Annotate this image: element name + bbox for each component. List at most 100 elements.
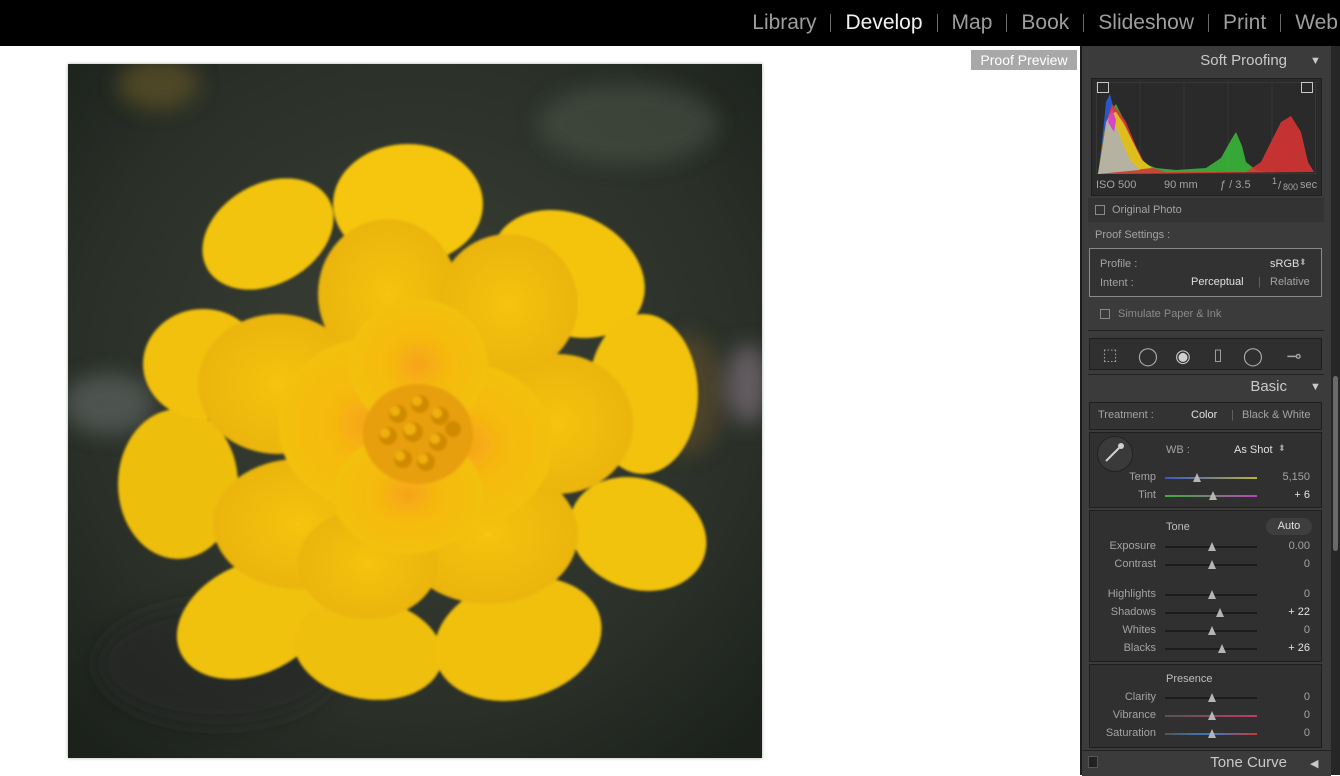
whites-slider[interactable] [1165,626,1257,635]
vibrance-value[interactable]: 0 [1270,709,1310,721]
saturation-slider[interactable] [1165,729,1257,738]
whites-value[interactable]: 0 [1270,624,1310,636]
saturation-value[interactable]: 0 [1270,727,1310,739]
module-book[interactable]: Book [1007,0,1083,46]
tone-curve-header-bar [1082,750,1331,776]
shadows-value[interactable]: + 22 [1270,606,1310,618]
eyedropper-icon [1105,443,1124,462]
module-web[interactable]: Web [1281,0,1340,46]
clarity-value[interactable]: 0 [1270,691,1310,703]
scrollbar-thumb[interactable] [1333,376,1338,551]
module-picker-bar: Library Develop Map Book Slideshow Print… [0,0,1340,46]
treatment-color-option[interactable]: Color [1191,409,1217,421]
tint-value[interactable]: + 6 [1270,489,1310,501]
collapse-triangle-icon[interactable]: ▼ [1310,55,1321,67]
slider-knob[interactable] [1208,729,1216,738]
vibrance-slider[interactable] [1165,711,1257,720]
module-slideshow[interactable]: Slideshow [1084,0,1208,46]
simulate-paper-checkbox[interactable] [1100,309,1110,319]
temp-value[interactable]: 5,150 [1270,471,1310,483]
histogram[interactable] [1096,82,1316,174]
intent-label: Intent : [1100,277,1134,289]
image-preview-area: Proof Preview [0,46,1080,775]
shutter-denominator: 800 [1283,182,1299,192]
slider-knob[interactable] [1208,626,1216,635]
highlight-clipping-icon[interactable] [1301,82,1313,93]
slider-knob[interactable] [1216,608,1224,617]
crop-overlay-icon[interactable]: ⬚ [1098,346,1122,366]
saturation-label: Saturation [1105,727,1156,739]
slider-knob[interactable] [1208,560,1216,569]
tone-curve-header[interactable]: Tone Curve [1210,754,1287,771]
temp-slider[interactable] [1165,473,1257,482]
temp-label: Temp [1129,471,1156,483]
module-develop[interactable]: Develop [831,0,936,46]
proof-settings-label: Proof Settings : [1095,229,1171,241]
slider-knob[interactable] [1218,644,1226,653]
highlights-value[interactable]: 0 [1270,588,1310,600]
contrast-slider[interactable] [1165,560,1257,569]
original-photo-checkbox[interactable] [1095,205,1105,215]
vibrance-label: Vibrance [1112,709,1156,721]
red-eye-icon[interactable]: ◉ [1171,346,1195,366]
collapse-triangle-icon[interactable]: ▼ [1310,381,1321,393]
wb-select[interactable]: As Shot [1234,444,1273,456]
shadow-clipping-icon[interactable] [1097,82,1109,93]
shutter-slash: / [1278,180,1282,192]
tone-label: Tone [1166,521,1190,533]
slider-knob[interactable] [1209,491,1217,500]
slider-knob[interactable] [1208,590,1216,599]
adjustment-brush-icon[interactable]: ⊸ [1282,346,1306,366]
exposure-value[interactable]: 0.00 [1270,540,1310,552]
intent-perceptual-option[interactable]: Perceptual [1191,276,1244,288]
tint-label: Tint [1138,489,1156,501]
treatment-separator: | [1231,409,1234,421]
whites-label: Whites [1122,624,1156,636]
proof-preview-label: Proof Preview [971,50,1077,70]
panel-toggle-icon[interactable] [1088,756,1098,768]
original-photo-label: Original Photo [1112,204,1182,216]
slider-knob[interactable] [1193,473,1201,482]
module-print[interactable]: Print [1209,0,1280,46]
contrast-label: Contrast [1114,558,1156,570]
highlights-slider[interactable] [1165,590,1257,599]
shutter-numerator: 1 [1272,176,1278,186]
auto-tone-button[interactable]: Auto [1266,518,1312,535]
shadows-label: Shadows [1110,606,1156,618]
tint-slider[interactable] [1165,491,1257,500]
slider-knob[interactable] [1208,542,1216,551]
slider-knob[interactable] [1208,711,1216,720]
graduated-filter-icon[interactable]: ▯ [1206,346,1230,366]
proof-settings-box [1089,248,1322,297]
aperture-readout: ƒ / 3.5 [1220,179,1251,191]
panel-scrollbar[interactable] [1331,46,1340,775]
highlights-label: Highlights [1107,588,1156,600]
simulate-paper-label: Simulate Paper & Ink [1118,308,1222,320]
photo-marigold[interactable] [68,64,762,758]
treatment-bw-option[interactable]: Black & White [1242,409,1310,421]
exposure-slider[interactable] [1165,542,1257,551]
shadows-slider[interactable] [1165,608,1257,617]
clarity-slider[interactable] [1165,693,1257,702]
slider-knob[interactable] [1208,693,1216,702]
soft-proofing-header[interactable]: Soft Proofing [1200,52,1287,69]
basic-header[interactable]: Basic [1250,378,1287,395]
exposure-label: Exposure [1109,540,1156,552]
module-map[interactable]: Map [938,0,1007,46]
contrast-value[interactable]: 0 [1270,558,1310,570]
module-library[interactable]: Library [738,0,830,46]
expand-triangle-icon[interactable]: ◀ [1310,757,1318,770]
wb-label: WB : [1166,444,1190,456]
intent-separator: | [1258,276,1261,288]
focal-length-readout: 90 mm [1164,179,1198,191]
blacks-value[interactable]: + 26 [1270,642,1310,654]
radial-filter-icon[interactable]: ◯ [1241,346,1265,366]
profile-dropdown-icon[interactable]: ⬍ [1299,257,1307,268]
divider [1088,374,1324,375]
blacks-slider[interactable] [1165,644,1257,653]
intent-relative-option[interactable]: Relative [1270,276,1310,288]
treatment-label: Treatment : [1098,409,1154,421]
spot-removal-icon[interactable]: ◯ [1136,346,1160,366]
wb-dropdown-icon[interactable]: ⬍ [1278,443,1286,454]
profile-select[interactable]: sRGB [1270,258,1299,270]
